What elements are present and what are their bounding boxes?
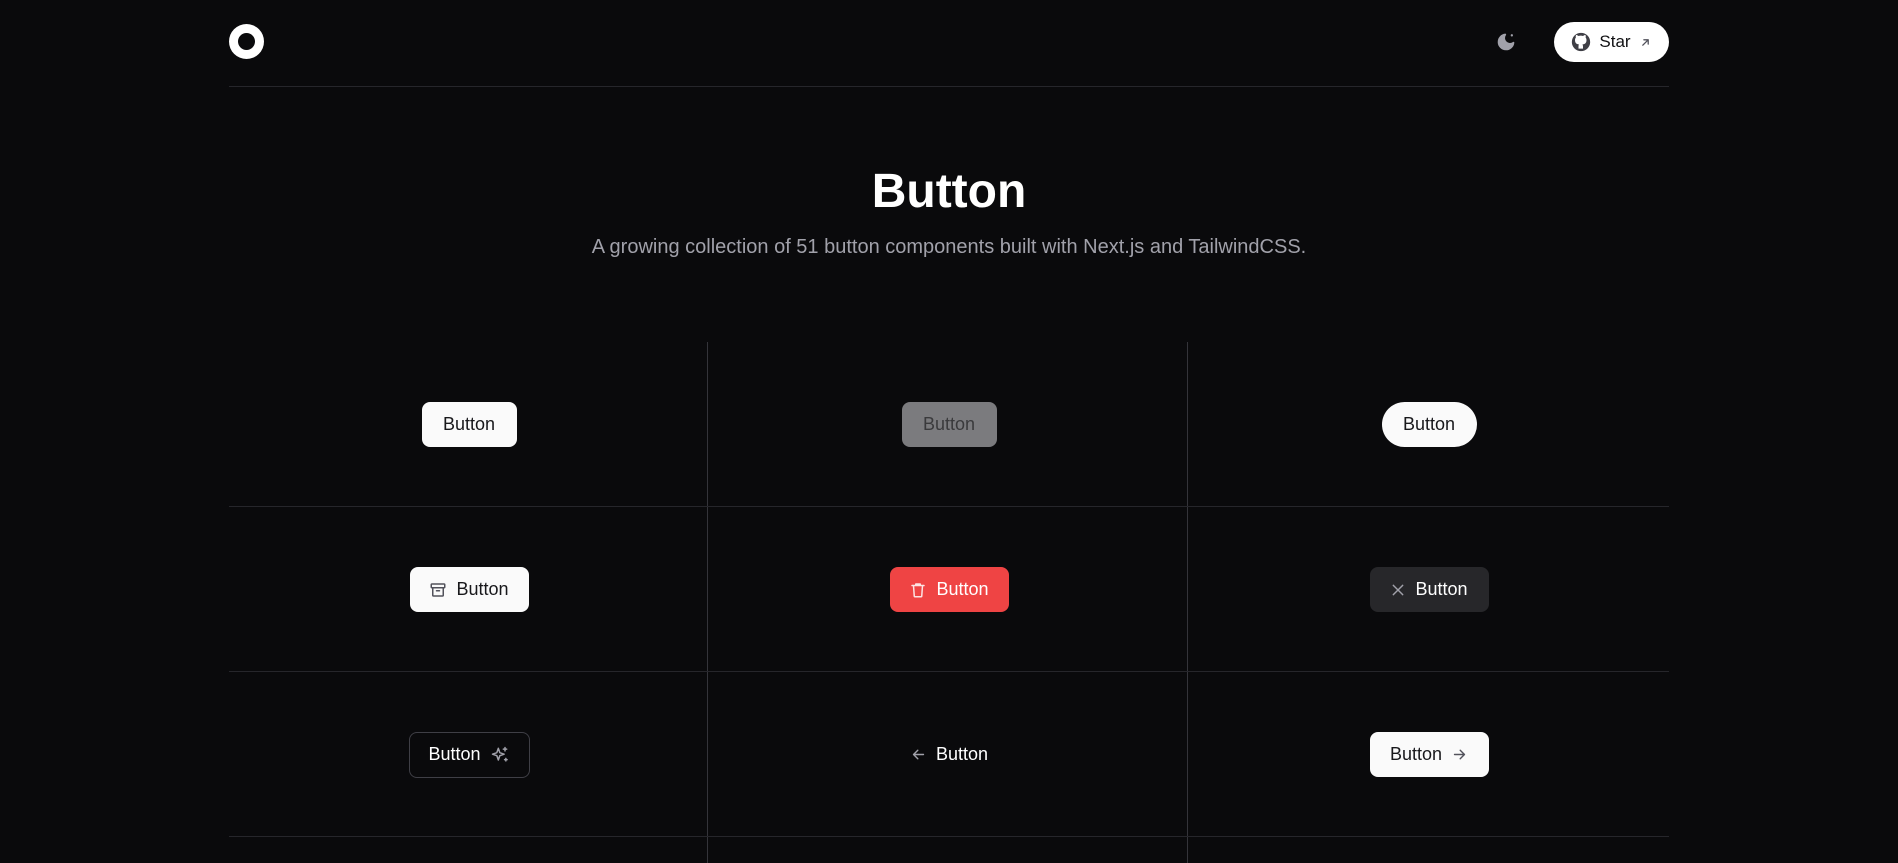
- disabled-button[interactable]: Button: [901, 402, 997, 447]
- button-cell: Button: [229, 507, 709, 672]
- button-label: Button: [1415, 579, 1468, 599]
- close-button[interactable]: Button: [1369, 567, 1489, 612]
- button-label: Button: [936, 579, 989, 599]
- button-grid: Button Button Button Button Button Butto…: [229, 342, 1669, 863]
- button-cell: Button: [1189, 672, 1669, 837]
- button-cell: Button: [709, 507, 1189, 672]
- arrow-right-icon: [1451, 746, 1468, 763]
- button-label: Button: [1389, 744, 1443, 764]
- button-label: Button: [428, 744, 481, 764]
- button-label: Button: [456, 579, 509, 599]
- next-button[interactable]: Button: [1369, 732, 1489, 777]
- button-label: Button: [935, 744, 989, 764]
- moon-icon: [1496, 32, 1516, 52]
- page-container: Star Button A growing collection of 51 b…: [229, 0, 1669, 863]
- theme-toggle-button[interactable]: [1491, 27, 1521, 57]
- github-icon: [1571, 32, 1591, 52]
- close-icon: [1390, 582, 1406, 598]
- button-cell: Button: [1189, 507, 1669, 672]
- sparkles-icon: [490, 745, 510, 765]
- button-cell: Button: [229, 342, 709, 507]
- page-title: Button: [871, 165, 1027, 218]
- trash-icon: [909, 581, 927, 599]
- arrow-up-right-icon: [1639, 36, 1652, 49]
- pill-button[interactable]: Button: [1381, 402, 1477, 447]
- star-button-label: Star: [1599, 32, 1631, 51]
- delete-button[interactable]: Button: [889, 567, 1009, 612]
- archive-icon: [429, 581, 447, 599]
- button-label: Button: [1402, 414, 1456, 434]
- button-cell: Button: [229, 672, 709, 837]
- back-button[interactable]: Button: [890, 732, 1009, 777]
- button-label: Button: [922, 414, 976, 434]
- sparkles-button[interactable]: Button: [408, 731, 530, 778]
- circle-logo-icon: [238, 33, 255, 50]
- button-cell: Button: [709, 342, 1189, 507]
- button-cell: Button: [709, 672, 1189, 837]
- site-header: Star: [229, 0, 1669, 87]
- page-subtitle: A growing collection of 51 button compon…: [591, 236, 1307, 258]
- archive-button[interactable]: Button: [409, 567, 529, 612]
- button-cell: Button: [1189, 342, 1669, 507]
- button-label: Button: [442, 414, 496, 434]
- arrow-left-icon: [910, 746, 927, 763]
- logo[interactable]: [229, 24, 264, 59]
- github-star-button[interactable]: Star: [1554, 22, 1669, 62]
- primary-button[interactable]: Button: [421, 402, 517, 447]
